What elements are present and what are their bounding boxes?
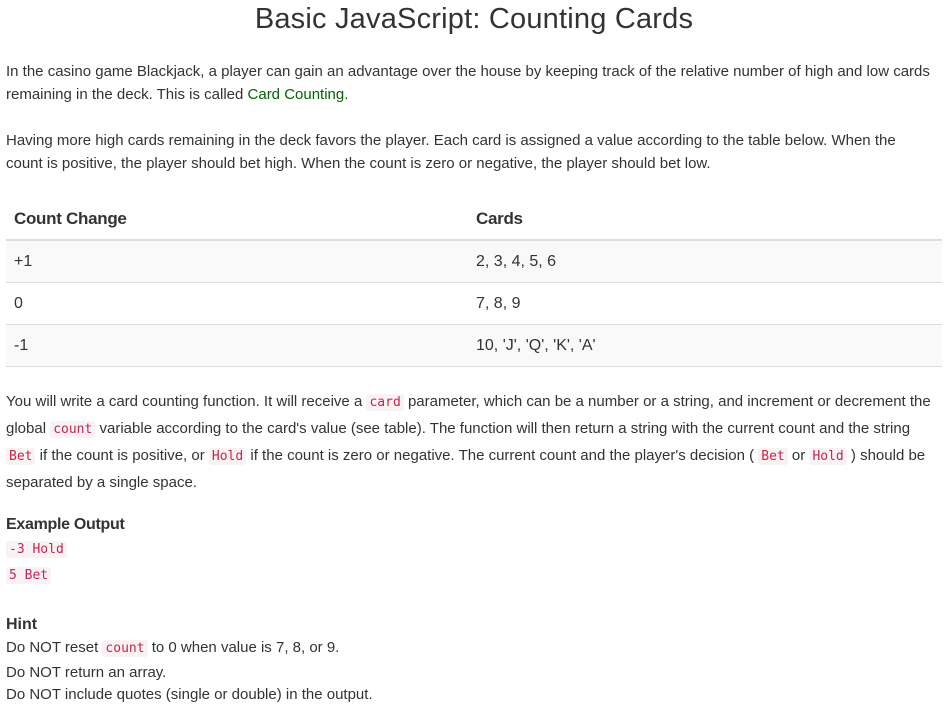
hint-text: to 0 when value is 7, 8, or 9. xyxy=(147,639,340,656)
table-cell: -1 xyxy=(6,324,466,367)
table-header-count-change: Count Change xyxy=(6,198,466,241)
instructions-text: or xyxy=(787,447,810,464)
code-hold: Hold xyxy=(208,448,247,465)
code-bet: Bet xyxy=(758,448,788,465)
card-counting-link[interactable]: Card Counting xyxy=(248,86,345,103)
challenge-page: Basic JavaScript: Counting Cards In the … xyxy=(6,0,942,703)
hint-text: Do NOT reset xyxy=(6,639,103,656)
instructions-text: if the count is zero or negative. The cu… xyxy=(246,447,759,464)
code-bet: Bet xyxy=(6,448,36,465)
table-cell: 10, 'J', 'Q', 'K', 'A' xyxy=(466,324,942,367)
intro-paragraph: In the casino game Blackjack, a player c… xyxy=(6,60,936,106)
page-title: Basic JavaScript: Counting Cards xyxy=(254,3,694,35)
hint-line: Do NOT include quotes (single or double)… xyxy=(6,686,373,703)
code-hold: Hold xyxy=(809,448,847,465)
table-cell: 7, 8, 9 xyxy=(466,282,942,325)
rules-paragraph: Having more high cards remaining in the … xyxy=(6,132,896,172)
hint-line: Do NOT reset count to 0 when value is 7,… xyxy=(6,637,339,660)
table-cell: 0 xyxy=(6,282,466,325)
table-header-row: Count Change Cards xyxy=(6,198,942,241)
table-row: 0 7, 8, 9 xyxy=(6,282,942,325)
intro-text: In the casino game Blackjack, a player c… xyxy=(6,63,930,103)
code-card: card xyxy=(366,394,404,411)
table-cell: 2, 3, 4, 5, 6 xyxy=(466,239,942,283)
instructions-text: You will write a card counting function.… xyxy=(6,393,367,410)
instructions-text: if the count is positive, or xyxy=(35,447,209,464)
example-output-heading: Example Output xyxy=(6,516,125,533)
count-table: Count Change Cards +1 2, 3, 4, 5, 6 0 7,… xyxy=(6,198,942,367)
table-cell: +1 xyxy=(6,239,466,283)
example-output-line: -3 Hold xyxy=(6,538,67,561)
code-count: count xyxy=(102,640,148,657)
intro-text-end: . xyxy=(344,86,349,103)
table-row: +1 2, 3, 4, 5, 6 xyxy=(6,239,942,283)
example-code: 5 Bet xyxy=(6,567,52,584)
hint-heading: Hint xyxy=(6,616,38,633)
hint-line: Do NOT return an array. xyxy=(6,664,167,681)
instructions-paragraph: You will write a card counting function.… xyxy=(6,389,942,496)
code-count: count xyxy=(50,421,96,438)
example-code: -3 Hold xyxy=(6,541,67,558)
example-output-line: 5 Bet xyxy=(6,564,52,587)
table-header-cards: Cards xyxy=(466,198,942,241)
instructions-text: variable according to the card's value (… xyxy=(95,420,911,437)
table-row: -1 10, 'J', 'Q', 'K', 'A' xyxy=(6,324,942,367)
